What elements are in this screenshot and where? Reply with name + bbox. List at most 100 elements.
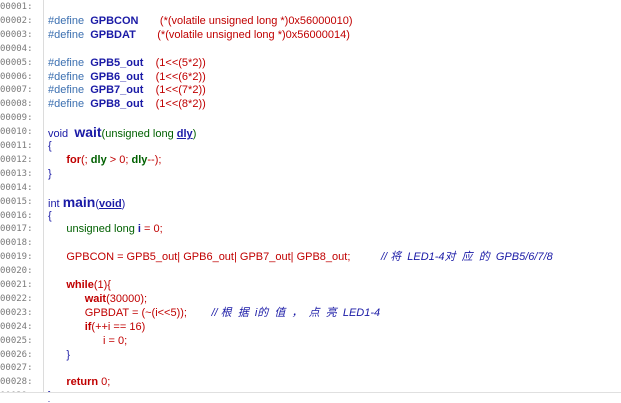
code-token: while	[66, 279, 94, 291]
code-text: return 0;	[48, 375, 110, 389]
code-token: #define	[48, 84, 85, 97]
code-line[interactable]: 00021: while(1){	[0, 278, 621, 292]
code-text: #define GPB7_out (1<<(7*2))	[48, 83, 206, 97]
line-number: 00017:	[0, 224, 33, 235]
code-token: #define	[48, 14, 85, 27]
code-line[interactable]: 00006: #define GPB6_out (1<<(6*2))	[0, 70, 621, 84]
line-number: 00019:	[0, 252, 33, 263]
code-token: GPBDAT	[90, 28, 136, 41]
line-number: 00024:	[0, 321, 33, 332]
code-line[interactable]: 00004:	[0, 42, 621, 56]
line-number: 00010:	[0, 127, 33, 138]
code-text: #define GPB8_out (1<<(8*2))	[48, 97, 206, 111]
code-line[interactable]: 00010: void wait(unsigned long dly)	[0, 125, 621, 140]
line-number: 00023:	[0, 307, 33, 318]
code-text: #define GPBCON (*(volatile unsigned long…	[48, 14, 353, 28]
line-number: 00021:	[0, 280, 33, 290]
code-token: = 0;	[140, 223, 163, 236]
line-number: 00018:	[0, 238, 33, 249]
code-line[interactable]: 00002: #define GPBCON (*(volatile unsigne…	[0, 14, 621, 28]
code-line[interactable]: 00008: #define GPB8_out (1<<(8*2))	[0, 97, 621, 111]
code-text: #define GPB6_out (1<<(6*2))	[48, 70, 206, 84]
code-text: GPBCON = GPB5_out| GPB6_out| GPB7_out| G…	[48, 250, 553, 264]
code-token: }	[66, 348, 71, 361]
code-line[interactable]: 00015: int main(void)	[0, 193, 621, 210]
line-number: 00027:	[0, 363, 33, 374]
line-number: 00009:	[0, 113, 33, 124]
code-token: GPB6_out	[90, 70, 144, 83]
code-text: wait(30000);	[48, 292, 147, 306]
line-number: 00012:	[0, 154, 33, 165]
code-line[interactable]: 00007: #define GPB7_out (1<<(7*2))	[0, 83, 621, 97]
code-token: GPB5_out	[90, 56, 144, 69]
line-number: 00008:	[0, 99, 33, 110]
code-line[interactable]: 00027:	[0, 361, 621, 375]
code-token: (;	[81, 153, 91, 166]
code-token: GPBDAT = (~(i<<5));	[84, 306, 187, 319]
code-token: // 根 据 i的 值 ， 点 亮 LED1-4	[211, 306, 381, 319]
code-token: }	[48, 167, 52, 180]
line-number: 00001:	[0, 2, 33, 12]
code-line[interactable]: 00013:}	[0, 167, 621, 181]
code-token: // 将 LED1-4对 应 的 GPB5/6/7/8	[380, 251, 553, 264]
code-line[interactable]: 00024: if(++i == 16)	[0, 320, 621, 334]
code-token: dly	[131, 153, 148, 166]
code-token: unsigned long	[66, 223, 138, 236]
code-token: (*(volatile unsigned long *)0x56000014)	[157, 28, 350, 41]
code-line[interactable]: 00020:	[0, 264, 621, 278]
code-token: 0;	[98, 376, 111, 389]
code-token: for	[66, 153, 82, 166]
code-line[interactable]: 00003: #define GPBDAT (*(volatile unsigne…	[0, 28, 621, 42]
code-text: {	[48, 139, 52, 153]
code-line[interactable]: 00017: unsigned long i = 0;	[0, 222, 621, 236]
code-line[interactable]: 00014:	[0, 181, 621, 195]
code-text: {	[48, 209, 52, 223]
code-line[interactable]: 00005: #define GPB5_out (1<<(5*2))	[0, 56, 621, 70]
code-token: (1<<(8*2))	[155, 98, 206, 111]
code-line[interactable]: 00012: for(; dly > 0; dly--);	[0, 153, 621, 167]
code-token: (1<<(7*2))	[155, 84, 206, 97]
code-line[interactable]: 00022: wait(30000);	[0, 292, 621, 306]
code-token: #define	[48, 56, 85, 69]
code-line[interactable]: 00023: GPBDAT = (~(i<<5)); // 根 据 i的 值 ，…	[0, 306, 621, 320]
code-text: if(++i == 16)	[48, 320, 146, 334]
code-line[interactable]: 00018:	[0, 236, 621, 250]
code-token: (1){	[93, 279, 111, 291]
line-number: 00011:	[0, 141, 33, 151]
line-number: 00025:	[0, 335, 33, 346]
line-number: 00028:	[0, 377, 33, 388]
code-token: i = 0;	[103, 334, 128, 347]
code-line[interactable]: 00009:	[0, 111, 621, 125]
code-token: wait	[84, 292, 107, 305]
code-line[interactable]: 00016: {	[0, 209, 621, 223]
code-token: (1<<(5*2))	[155, 56, 206, 69]
code-text: i = 0;	[48, 334, 127, 348]
code-line[interactable]: 00028: return 0;	[0, 375, 621, 389]
code-token: main	[62, 193, 96, 210]
code-editor[interactable]: 00001: 00002: #define GPBCON (*(volatile u…	[0, 0, 621, 402]
line-number: 00004:	[0, 43, 33, 54]
code-text: unsigned long i = 0;	[48, 222, 163, 236]
code-line[interactable]: 00026: }	[0, 348, 621, 362]
code-line[interactable]: 00025: i = 0;	[0, 334, 621, 348]
line-number: 00016:	[0, 210, 33, 221]
code-token: GPBCON = GPB5_out| GPB6_out| GPB7_out| G…	[66, 251, 351, 264]
code-line[interactable]: 00001:	[0, 0, 621, 14]
line-number: 00005:	[0, 57, 33, 68]
code-line[interactable]: 00019: GPBCON = GPB5_out| GPB6_out| GPB7…	[0, 250, 621, 264]
code-text: while(1){	[48, 278, 111, 292]
code-text: }	[48, 167, 52, 181]
line-number: 00003:	[0, 29, 33, 40]
code-line[interactable]: 00011: {	[0, 139, 621, 153]
line-number: 00026:	[0, 349, 33, 360]
code-token: {	[48, 140, 52, 152]
